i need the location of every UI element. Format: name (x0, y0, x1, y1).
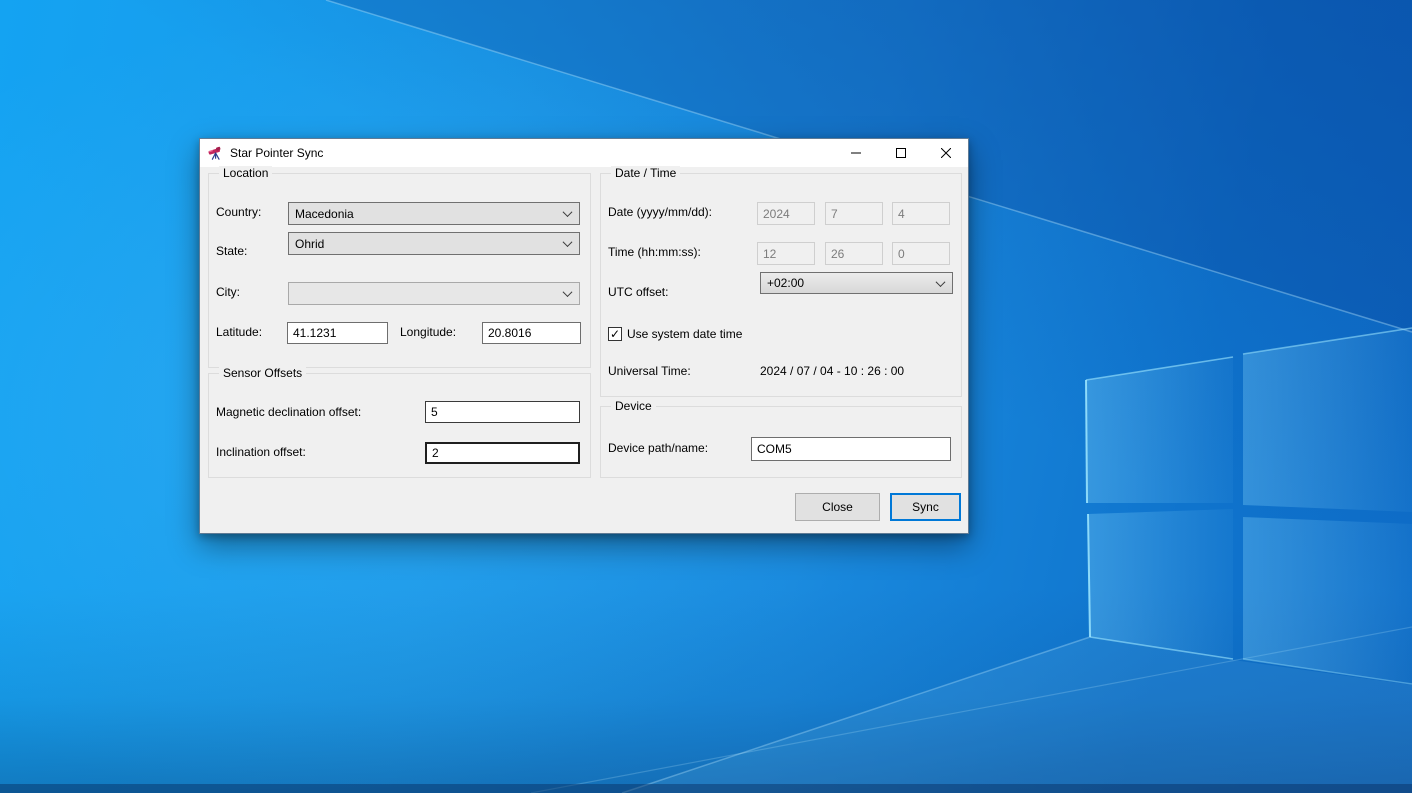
minimize-button[interactable] (833, 139, 878, 167)
inclination-offset-label: Inclination offset: (216, 443, 306, 461)
country-label: Country: (216, 203, 261, 221)
inclination-offset-input[interactable] (425, 442, 580, 464)
country-value: Macedonia (295, 207, 354, 221)
magnetic-declination-label: Magnetic declination offset: (216, 403, 361, 421)
time-second-input (892, 242, 950, 265)
maximize-button[interactable] (878, 139, 923, 167)
titlebar[interactable]: Star Pointer Sync (200, 139, 968, 167)
device-path-label: Device path/name: (608, 439, 708, 457)
state-value: Ohrid (295, 237, 324, 251)
device-legend: Device (611, 399, 656, 414)
window-title: Star Pointer Sync (230, 146, 833, 160)
sync-button[interactable]: Sync (890, 493, 961, 521)
chevron-down-icon (563, 287, 573, 297)
date-month-input (825, 202, 883, 225)
state-label: State: (216, 242, 247, 260)
close-button[interactable]: Close (795, 493, 880, 521)
chevron-down-icon (563, 207, 573, 217)
chevron-down-icon (936, 277, 946, 287)
utc-offset-value: +02:00 (767, 276, 804, 290)
city-label: City: (216, 283, 240, 301)
utc-offset-label: UTC offset: (608, 283, 668, 301)
wallpaper-bottom-edge (0, 784, 1412, 793)
star-pointer-sync-window: Star Pointer Sync Location Country: Mace… (199, 138, 969, 534)
date-day-input (892, 202, 950, 225)
longitude-input[interactable] (482, 322, 581, 344)
date-year-input (757, 202, 815, 225)
latitude-label: Latitude: (216, 323, 262, 341)
utc-offset-dropdown[interactable]: +02:00 (760, 272, 953, 294)
state-dropdown[interactable]: Ohrid (288, 232, 580, 255)
city-dropdown[interactable] (288, 282, 580, 305)
date-time-legend: Date / Time (611, 166, 680, 181)
checkmark-icon: ✓ (610, 328, 620, 340)
sensor-offsets-legend: Sensor Offsets (219, 366, 306, 381)
desktop-wallpaper: Star Pointer Sync Location Country: Mace… (0, 0, 1412, 793)
chevron-down-icon (563, 237, 573, 247)
magnetic-declination-input[interactable] (425, 401, 580, 423)
sync-button-label: Sync (912, 500, 939, 514)
device-path-input[interactable] (751, 437, 951, 461)
time-minute-input (825, 242, 883, 265)
use-system-datetime-label: Use system date time (627, 325, 742, 343)
longitude-label: Longitude: (400, 323, 456, 341)
use-system-datetime-checkbox[interactable]: ✓ (608, 327, 622, 341)
close-button-label: Close (822, 500, 853, 514)
latitude-input[interactable] (287, 322, 388, 344)
date-label: Date (yyyy/mm/dd): (608, 203, 712, 221)
universal-time-label: Universal Time: (608, 362, 691, 380)
telescope-icon (208, 145, 224, 161)
country-dropdown[interactable]: Macedonia (288, 202, 580, 225)
close-window-button[interactable] (923, 139, 968, 167)
location-legend: Location (219, 166, 272, 181)
time-hour-input (757, 242, 815, 265)
time-label: Time (hh:mm:ss): (608, 243, 701, 261)
universal-time-value: 2024 / 07 / 04 - 10 : 26 : 00 (760, 362, 904, 380)
